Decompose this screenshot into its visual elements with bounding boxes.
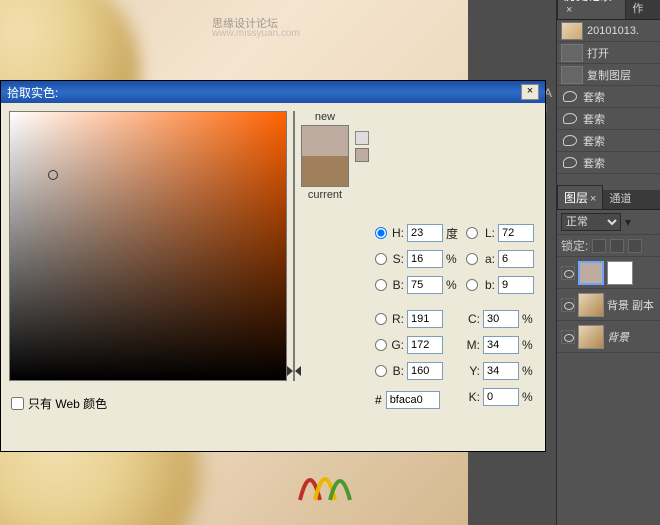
input-l[interactable]: [498, 224, 534, 242]
layer-name: 背景: [607, 329, 629, 345]
close-icon[interactable]: ×: [521, 84, 539, 100]
color-swatch-compare: [301, 125, 349, 187]
layer-thumb-photo[interactable]: [578, 293, 604, 317]
history-item-row[interactable]: 套索: [557, 130, 660, 152]
history-item-row[interactable]: 套索: [557, 152, 660, 174]
new-color-label: new: [315, 111, 335, 123]
input-hex[interactable]: [386, 391, 440, 409]
lasso-icon: [561, 112, 579, 126]
current-color-swatch[interactable]: [302, 156, 348, 186]
layer-mask-thumb[interactable]: [607, 261, 633, 285]
input-b[interactable]: [407, 276, 443, 294]
input-h[interactable]: [407, 224, 443, 242]
snap-swatch-icon[interactable]: [355, 148, 369, 162]
history-item-row[interactable]: 打开: [557, 42, 660, 64]
input-s[interactable]: [407, 250, 443, 268]
lasso-icon: [561, 156, 579, 170]
input-a[interactable]: [498, 250, 534, 268]
input-m[interactable]: [483, 336, 519, 354]
input-y[interactable]: [483, 362, 519, 380]
lock-row: 锁定:: [557, 235, 660, 257]
web-only-checkbox-row[interactable]: 只有 Web 颜色: [9, 395, 287, 412]
close-icon[interactable]: ×: [590, 193, 596, 205]
radio-a[interactable]: [466, 253, 478, 265]
history-item-row[interactable]: 套索: [557, 108, 660, 130]
tab-channels[interactable]: 通道: [603, 187, 637, 209]
visibility-eye-icon[interactable]: [561, 266, 575, 280]
lock-transparency-icon[interactable]: [592, 239, 606, 253]
layer-name: 背景 副本: [607, 297, 654, 313]
web-only-label: 只有 Web 颜色: [28, 395, 107, 412]
layer-thumb-photo[interactable]: [578, 325, 604, 349]
hue-slider-arrow-left: [287, 366, 293, 376]
radio-l[interactable]: [466, 227, 478, 239]
tab-layers[interactable]: 图层×: [557, 185, 603, 209]
layers-panel-tabs: 图层× 通道: [557, 190, 660, 210]
input-k[interactable]: [483, 388, 519, 406]
lasso-icon: [561, 134, 579, 148]
gamut-warning-icon[interactable]: [355, 131, 369, 145]
input-g[interactable]: [407, 336, 443, 354]
lock-label: 锁定:: [561, 237, 588, 254]
web-only-checkbox[interactable]: [11, 397, 24, 410]
current-color-label: current: [308, 189, 342, 201]
radio-bb[interactable]: [375, 365, 387, 377]
input-r[interactable]: [407, 310, 443, 328]
duplicate-layer-icon: [561, 66, 583, 84]
close-icon[interactable]: ×: [566, 4, 572, 16]
layer-row[interactable]: [557, 257, 660, 289]
history-panel-tabs: 历史记录× 动作: [557, 0, 660, 20]
visibility-eye-icon[interactable]: [561, 298, 575, 312]
radio-lb[interactable]: [466, 279, 478, 291]
radio-b[interactable]: [375, 279, 387, 291]
radio-r[interactable]: [375, 313, 387, 325]
radio-h[interactable]: [375, 227, 387, 239]
lock-pixels-icon[interactable]: [610, 239, 624, 253]
snapshot-thumb-icon: [561, 22, 583, 40]
chevron-down-icon[interactable]: ▾: [625, 215, 639, 229]
logo-graphic: [290, 450, 370, 510]
layer-row[interactable]: 背景 副本: [557, 289, 660, 321]
input-bb[interactable]: [407, 362, 443, 380]
lock-position-icon[interactable]: [628, 239, 642, 253]
hex-label: #: [375, 393, 382, 407]
radio-g[interactable]: [375, 339, 387, 351]
radio-s[interactable]: [375, 253, 387, 265]
hue-slider-arrow-right: [295, 366, 301, 376]
tab-actions[interactable]: 动作: [626, 0, 660, 19]
layer-thumb-solid[interactable]: [578, 261, 604, 285]
watermark-text-2: www.missyuan.com: [212, 28, 300, 39]
history-item-row[interactable]: 套索: [557, 86, 660, 108]
history-list: 20101013. 打开 复制图层 套索 套索 套索 套索: [557, 20, 660, 190]
new-color-swatch: [302, 126, 348, 156]
color-field[interactable]: [9, 111, 287, 381]
layer-row[interactable]: 背景: [557, 321, 660, 353]
hue-slider[interactable]: [293, 111, 295, 381]
visibility-eye-icon[interactable]: [561, 330, 575, 344]
input-lb[interactable]: [498, 276, 534, 294]
dialog-titlebar[interactable]: 拾取实色: ×: [1, 81, 545, 103]
right-panels: 历史记录× 动作 20101013. 打开 复制图层 套索 套索 套索 套索 图…: [556, 0, 660, 525]
dialog-title-text: 拾取实色:: [7, 84, 58, 101]
dialog-body: 只有 Web 颜色 new current H:度 S:% B:% R: G:: [1, 103, 545, 451]
history-snapshot-row[interactable]: 20101013.: [557, 20, 660, 42]
input-c[interactable]: [483, 310, 519, 328]
history-item-row[interactable]: 复制图层: [557, 64, 660, 86]
layers-panel-body: 正常 ▾ 锁定: 背景 副本 背景: [557, 210, 660, 525]
color-picker-dialog: 拾取实色: × 只有 Web 颜色 new current: [0, 80, 546, 452]
tab-history[interactable]: 历史记录×: [557, 0, 626, 19]
color-field-cursor: [48, 170, 58, 180]
lasso-icon: [561, 90, 579, 104]
blend-mode-select[interactable]: 正常: [561, 213, 621, 231]
open-icon: [561, 44, 583, 62]
